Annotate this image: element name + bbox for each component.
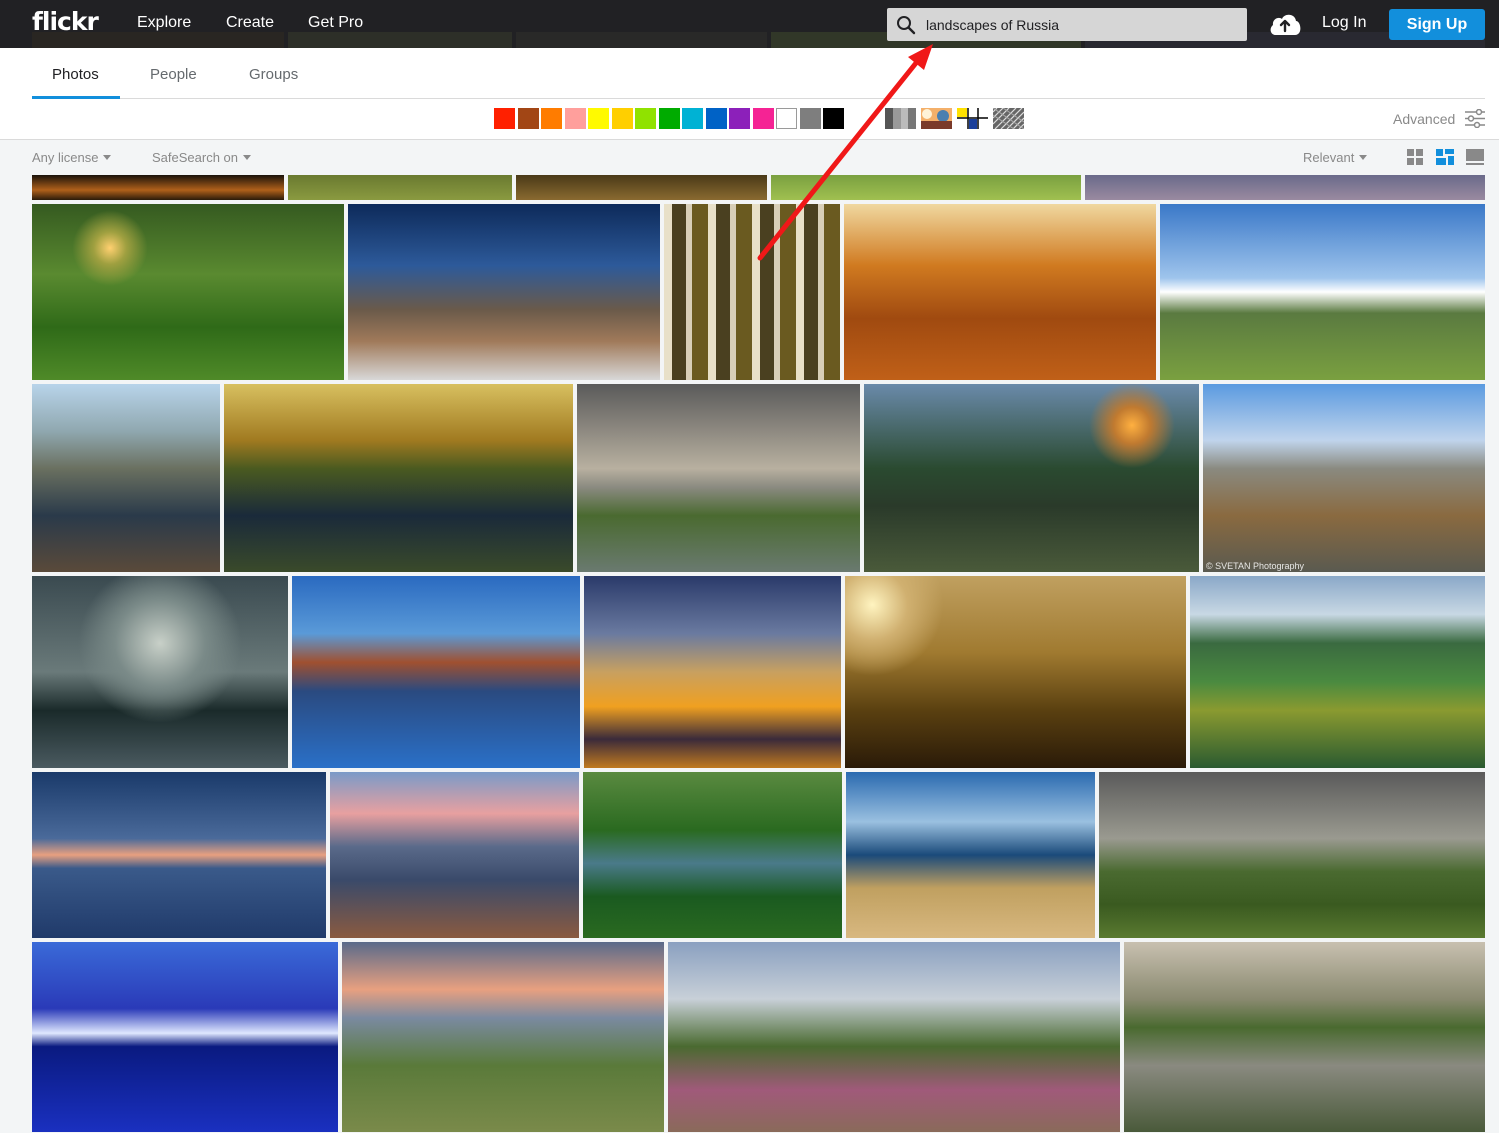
- chevron-down-icon: [1359, 155, 1368, 160]
- tab-people[interactable]: People: [150, 66, 197, 83]
- color-swatch[interactable]: [705, 108, 727, 129]
- photo-thumbnail[interactable]: [32, 772, 326, 938]
- color-swatch[interactable]: [588, 108, 609, 129]
- color-swatch[interactable]: [776, 108, 797, 129]
- sort-label: Relevant: [1303, 150, 1355, 165]
- photo-thumbnail[interactable]: [288, 175, 512, 200]
- chevron-down-icon: [243, 155, 252, 160]
- chevron-down-icon: [103, 155, 112, 160]
- photo-thumbnail[interactable]: [224, 384, 573, 572]
- large-view-icon[interactable]: [1466, 149, 1484, 165]
- photo-thumbnail[interactable]: [1203, 384, 1485, 572]
- photo-thumbnail[interactable]: [771, 175, 1081, 200]
- safesearch-dropdown[interactable]: SafeSearch on: [152, 150, 252, 165]
- photo-thumbnail[interactable]: [348, 204, 660, 380]
- photo-thumbnail[interactable]: [32, 175, 284, 200]
- top-navigation: flickr Explore Create Get Pro Log In Sig…: [0, 0, 1499, 48]
- color-swatch[interactable]: [658, 108, 680, 129]
- search-box[interactable]: [887, 8, 1247, 41]
- license-dropdown[interactable]: Any license: [32, 150, 112, 165]
- flickr-logo[interactable]: flickr: [32, 7, 99, 36]
- photo-thumbnail[interactable]: [577, 384, 860, 572]
- advanced-settings-icon[interactable]: [1465, 109, 1485, 128]
- photo-thumbnail[interactable]: [845, 576, 1186, 768]
- search-input[interactable]: [926, 8, 1241, 41]
- photo-thumbnail[interactable]: [664, 204, 840, 380]
- small-grid-view-icon[interactable]: [1406, 149, 1424, 165]
- color-swatch[interactable]: [541, 108, 562, 129]
- justified-view-icon[interactable]: [1436, 149, 1454, 165]
- photo-thumbnail[interactable]: [1099, 772, 1485, 938]
- photo-thumbnail[interactable]: [32, 384, 220, 572]
- color-swatch[interactable]: [611, 108, 633, 129]
- photo-thumbnail[interactable]: [1085, 175, 1485, 200]
- photo-thumbnail[interactable]: [846, 772, 1095, 938]
- photo-thumbnail[interactable]: [1124, 942, 1485, 1132]
- style-filter: [885, 108, 1024, 129]
- tab-groups[interactable]: Groups: [249, 66, 298, 83]
- search-icon[interactable]: [896, 15, 916, 35]
- photo-thumbnail[interactable]: [584, 576, 841, 768]
- black-and-white-filter[interactable]: [885, 108, 916, 129]
- photo-thumbnail[interactable]: [1160, 204, 1485, 380]
- photo-thumbnail[interactable]: [583, 772, 842, 938]
- safesearch-label: SafeSearch on: [152, 150, 239, 165]
- sort-dropdown[interactable]: Relevant: [1303, 150, 1368, 165]
- color-swatch[interactable]: [799, 108, 821, 129]
- photo-thumbnail[interactable]: [668, 942, 1120, 1132]
- depth-of-field-filter[interactable]: [921, 108, 952, 129]
- photo-thumbnail[interactable]: [292, 576, 580, 768]
- photo-thumbnail[interactable]: [864, 384, 1199, 572]
- photo-thumbnail[interactable]: [32, 942, 338, 1132]
- color-swatch[interactable]: [682, 108, 703, 129]
- color-filter: [494, 108, 844, 129]
- advanced-link[interactable]: Advanced: [1393, 111, 1455, 127]
- photo-thumbnail[interactable]: [32, 204, 344, 380]
- photo-thumbnail[interactable]: [844, 204, 1156, 380]
- color-swatch[interactable]: [635, 108, 656, 129]
- color-swatch[interactable]: [494, 108, 515, 129]
- nav-get-pro[interactable]: Get Pro: [308, 14, 363, 32]
- color-swatch[interactable]: [823, 108, 844, 129]
- nav-create[interactable]: Create: [226, 14, 274, 32]
- photo-thumbnail[interactable]: [516, 175, 767, 200]
- color-swatch[interactable]: [517, 108, 539, 129]
- patterns-filter[interactable]: [993, 108, 1024, 129]
- nav-explore[interactable]: Explore: [137, 14, 191, 32]
- search-tabs: Photos People Groups: [32, 48, 1485, 99]
- color-swatch[interactable]: [729, 108, 750, 129]
- photo-thumbnail[interactable]: [342, 942, 664, 1132]
- color-swatch[interactable]: [752, 108, 774, 129]
- photo-watermark: © SVETAN Photography: [1206, 561, 1305, 571]
- signup-button[interactable]: Sign Up: [1389, 9, 1485, 40]
- minimalist-filter[interactable]: [957, 108, 988, 129]
- upload-cloud-icon[interactable]: [1268, 11, 1302, 37]
- login-link[interactable]: Log In: [1322, 14, 1366, 32]
- search-subnav: Photos People Groups Advanced: [0, 48, 1499, 140]
- color-swatch[interactable]: [564, 108, 586, 129]
- tab-photos[interactable]: Photos: [52, 66, 99, 83]
- photo-thumbnail[interactable]: [330, 772, 579, 938]
- filter-bar: Any license SafeSearch on Relevant: [0, 140, 1499, 174]
- license-label: Any license: [32, 150, 99, 165]
- photo-thumbnail[interactable]: [1190, 576, 1485, 768]
- photo-thumbnail[interactable]: [32, 576, 288, 768]
- active-tab-indicator: [32, 96, 120, 99]
